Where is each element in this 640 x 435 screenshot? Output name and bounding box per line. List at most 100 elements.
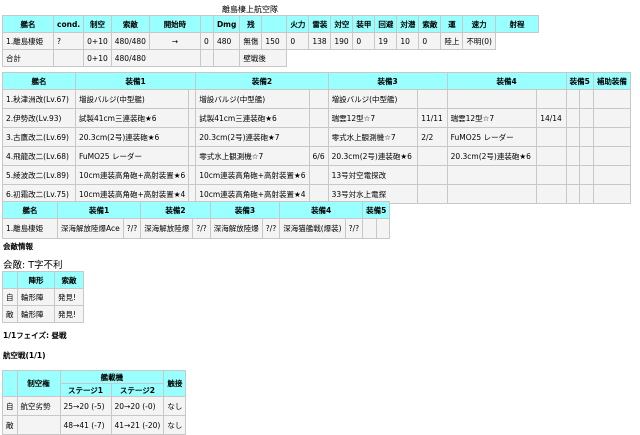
equip-4-count bbox=[536, 184, 567, 204]
phase-label: 1/1フェイズ: 昼戦 bbox=[3, 331, 67, 340]
equip-3-count: 11/11 bbox=[417, 108, 448, 128]
equip-3-count bbox=[417, 89, 448, 109]
equip-body: 1.秋津洲改(Lv.67) 増設バルジ(中型艦) 増設バルジ(中型艦) 増設バルジ(中… bbox=[2, 89, 631, 204]
equip-4-count bbox=[536, 89, 567, 109]
enemy-equip-5-count bbox=[375, 218, 391, 239]
air-battle-table: 制空権 艦載機 触接 ステージ1 ステージ2 自 航空劣勢 25→20 (-5)… bbox=[2, 370, 187, 435]
equip-2: 20.3cm(2号)連装砲★7 bbox=[195, 127, 310, 147]
equip-5 bbox=[565, 165, 581, 185]
equip-ship-name: 1.秋津洲改(Lv.67) bbox=[2, 89, 76, 109]
form-col-side bbox=[2, 271, 18, 289]
form-side: 敵 bbox=[2, 305, 18, 323]
equip-4-count: 14/14 bbox=[536, 108, 567, 128]
ship-name: 1.離島棲姫 bbox=[2, 32, 54, 50]
equip-2: 試製41cm三連装砲★6 bbox=[195, 108, 310, 128]
equip-2-count bbox=[308, 127, 329, 147]
los: 10 bbox=[396, 32, 420, 50]
col-asw: 対潜 bbox=[396, 15, 420, 33]
air-stage2: 20→20 (-0) bbox=[110, 396, 165, 416]
equip-2-count bbox=[308, 165, 329, 185]
form-side: 自 bbox=[2, 288, 18, 306]
form-row-friendly: 自 輪形陣 発見! bbox=[2, 288, 84, 306]
enemy-equip-row: 1.離島棲姫 深海解放陸爆Ace ?/? 深海解放陸爆 ?/? 深海解放陸爆 ?… bbox=[2, 218, 391, 239]
equip-4: 20.3cm(2号)連装砲★6 bbox=[446, 146, 538, 166]
enemy-equip-5 bbox=[362, 218, 377, 239]
evasion: 0 bbox=[352, 32, 376, 50]
equip-row: 5.綾波改二(Lv.89) 10cm連装高角砲+高射装置★6 10cm連装高角砲+高… bbox=[2, 165, 631, 185]
equip-5-count bbox=[579, 127, 594, 147]
equip-row: 3.古鷹改二(Lv.69) 20.3cm(2号)連装砲★6 20.3cm(2号)連装… bbox=[2, 127, 631, 147]
equip-5-count bbox=[579, 165, 594, 185]
equip-5 bbox=[565, 127, 581, 147]
total-row: 合計 0+10 480/480 壁戦後 bbox=[2, 49, 539, 67]
air-stage1: 25→20 (-5) bbox=[59, 396, 112, 416]
equip-col-1: 装備1 bbox=[74, 72, 197, 90]
equip-1: FuMO25 レーダー bbox=[74, 146, 190, 166]
equip-5 bbox=[565, 89, 581, 109]
empty-cell bbox=[286, 49, 496, 67]
equip-2-count bbox=[308, 108, 329, 128]
air-col-stage2: ステージ2 bbox=[110, 383, 165, 397]
equip-5-count bbox=[579, 89, 594, 109]
equip-1-count bbox=[188, 89, 197, 109]
equip-col-4: 装備4 bbox=[446, 72, 567, 90]
enemy-equip-4: 深海猫艦戦(爆装) bbox=[279, 218, 346, 239]
air-row-enemy: 敵 48→41 (-7) 41→21 (-20) なし bbox=[2, 415, 187, 435]
form-scout: 発見! bbox=[54, 305, 84, 323]
equip-2: 10cm連装高角砲+高射装置★6 bbox=[195, 165, 310, 185]
col-remain: 残 bbox=[239, 15, 263, 33]
air-col-planes: 艦載機 bbox=[59, 370, 165, 384]
equip-3: 瑞雲12型☆7 bbox=[327, 108, 419, 128]
equip-2: 増設バルジ(中型艦) bbox=[195, 89, 310, 109]
equip-3-count bbox=[417, 146, 448, 166]
empty-cell bbox=[52, 49, 85, 67]
equip-header-row: 艦名 装備1 装備2 装備3 装備4 装備5 補助装備 bbox=[2, 72, 631, 90]
enemy-equip-4-count: ?/? bbox=[344, 218, 364, 239]
equip-3-count bbox=[417, 184, 448, 204]
col-torpedo: 雷装 bbox=[308, 15, 332, 33]
extra bbox=[495, 32, 539, 50]
formation-line: 会敵: T字不利 bbox=[3, 260, 63, 271]
equip-extra bbox=[592, 127, 631, 147]
air-row-friendly: 自 航空劣勢 25→20 (-5) 20→20 (-0) なし bbox=[2, 396, 187, 416]
torpedo: 0 bbox=[286, 32, 310, 50]
equip-1: 増設バルジ(中型艦) bbox=[74, 89, 190, 109]
col-arrow bbox=[199, 15, 214, 33]
enemy-row: 1.離島棲姫 ? 0+10 480/480 → 0 480 無傷 150 0 1… bbox=[2, 32, 539, 50]
form-formation: 輪形陣 bbox=[17, 288, 55, 306]
air-col-control: 制空権 bbox=[16, 370, 61, 397]
equip-4-count bbox=[536, 165, 567, 185]
equip-5 bbox=[565, 146, 581, 166]
equip-1-count bbox=[188, 127, 197, 147]
col-luck: 運 bbox=[440, 15, 464, 33]
speed: 陸上 bbox=[440, 32, 464, 50]
col-scout: 索敵 bbox=[110, 15, 150, 33]
asw: 19 bbox=[374, 32, 398, 50]
equip-5-count bbox=[579, 146, 594, 166]
equip-2: 零式水上観測機☆7 bbox=[195, 146, 310, 166]
equip-col-2: 装備2 bbox=[195, 72, 329, 90]
range: 不明(0) bbox=[462, 32, 496, 50]
enemy-equip-1: 深海解放陸爆Ace bbox=[57, 218, 124, 239]
air-stage1: 48→41 (-7) bbox=[59, 415, 112, 435]
equip-ship-name: 3.古鷹改二(Lv.69) bbox=[2, 127, 76, 147]
formation-table: 陣形 索敵 自 輪形陣 発見! 敵 輪形陣 発見! bbox=[2, 271, 84, 323]
empty-cell bbox=[199, 49, 214, 67]
cond: ? bbox=[52, 32, 85, 50]
air-battle-label: 航空戦(1/1) bbox=[3, 351, 46, 360]
enemy-equip-col-2: 装備2 bbox=[140, 201, 211, 219]
equip-ship-name: 4.飛龍改二(Lv.68) bbox=[2, 146, 76, 166]
equip-2-count bbox=[308, 89, 329, 109]
enemy-equip-ship: 1.離島棲姫 bbox=[2, 218, 58, 239]
equip-5-count bbox=[579, 108, 594, 128]
col-seiku: 制空 bbox=[83, 15, 112, 33]
col-ship-name: 艦名 bbox=[2, 15, 54, 33]
total-label: 合計 bbox=[2, 49, 54, 67]
equip-1: 10cm連装高角砲+高射装置★6 bbox=[74, 165, 190, 185]
luck: 0 bbox=[418, 32, 442, 50]
equip-extra bbox=[592, 146, 631, 166]
start-hp: 480/480 bbox=[110, 32, 150, 50]
enemy-equip-col-1: 装備1 bbox=[56, 201, 142, 219]
battle-info-heading: 会敵情報 bbox=[3, 242, 33, 251]
total-status: 壁戦後 bbox=[239, 49, 288, 67]
